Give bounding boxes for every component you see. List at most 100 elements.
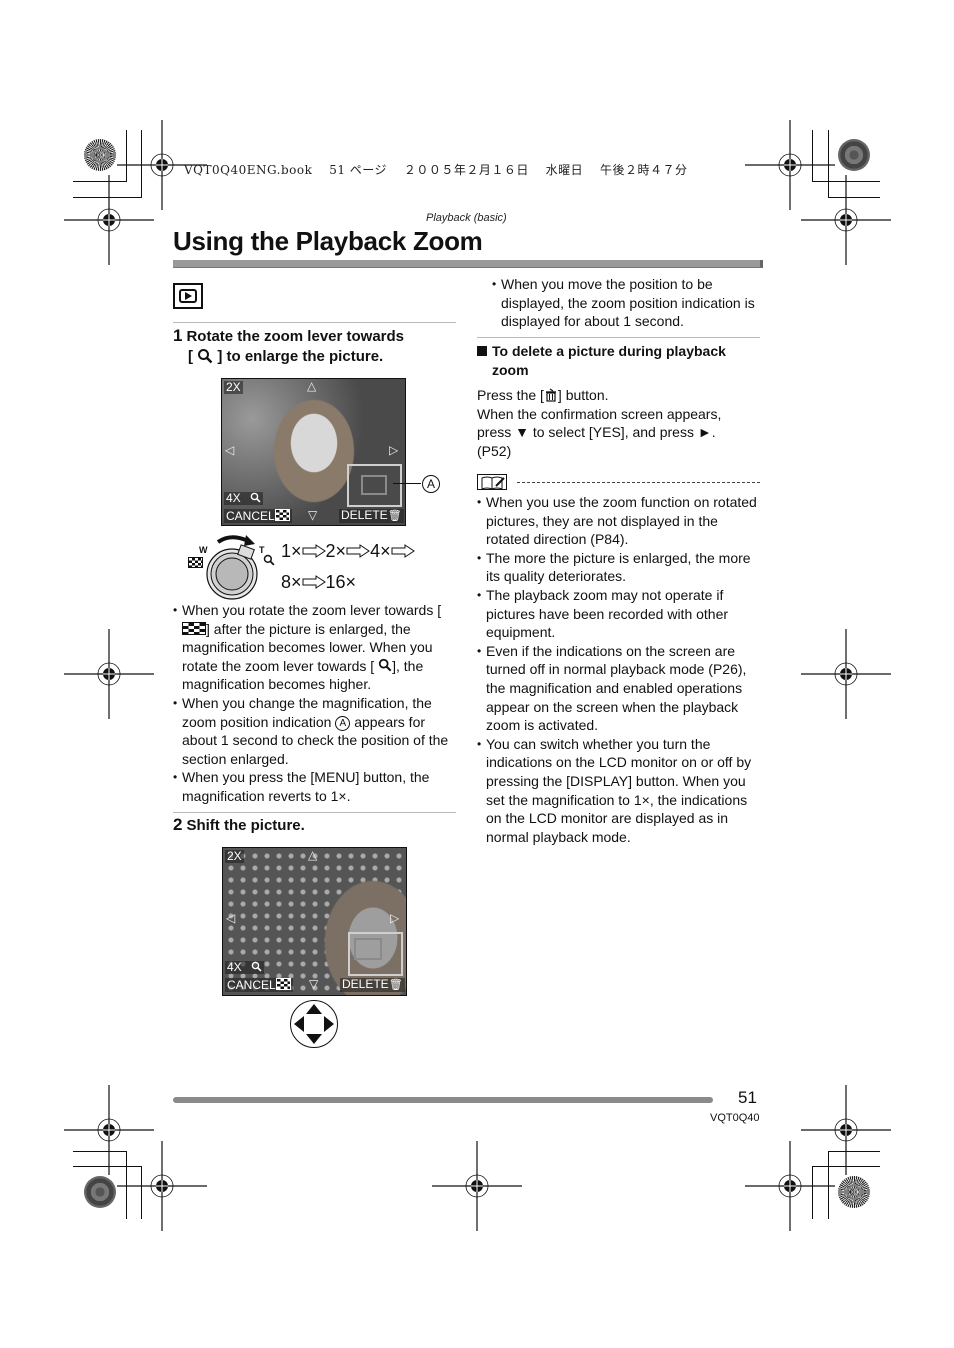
zoom-position-area [354,938,382,960]
cancel-label: CANCEL [226,509,275,523]
delete-label: DELETE [341,508,388,522]
step-1-title-line2: ] to enlarge the picture. [217,348,384,365]
crop-mark [141,130,142,198]
delete-section-heading: To delete a picture during playback zoom [477,342,762,380]
delete-label: DELETE [342,977,389,991]
note-item: Even if the indications on the screen ar… [477,642,762,735]
arrow-right-icon [302,544,326,558]
crop-mark [828,1151,880,1152]
multi-playback-icon [275,978,291,990]
page-title: Using the Playback Zoom [173,226,483,256]
next-magnification-indicator: 4X [224,491,264,505]
zoom-level: 1× [281,541,302,561]
divider [173,322,456,323]
zoom-level: 4× [370,541,391,561]
crop-mark [812,181,880,182]
trash-icon [545,388,556,402]
up-arrow-icon: △ [308,848,318,862]
crop-mark [126,1151,127,1219]
footer-bar [173,1097,713,1103]
wide-label: W [199,545,208,555]
cancel-hint: CANCEL [225,978,293,992]
down-arrow-icon: ▽ [309,977,319,991]
left-arrow-icon: ◁ [225,443,235,457]
crop-mark [812,1166,880,1167]
zoom-sequence-line2: 8× 16× [281,567,356,597]
starburst-calibration-icon [838,1176,870,1208]
step-1-bracket-open: [ [188,348,193,365]
registration-mark-icon [116,1140,208,1232]
registration-mark-icon [744,1140,836,1232]
magnify-icon [250,492,261,503]
step-number: 1 [173,326,183,345]
callout-a-marker: A [335,715,351,731]
delete-hint: DELETE🗑 [340,978,405,992]
lcd-screen-shifted: 2X △ ◁ ▷ 4X CANCEL ▽ DELETE🗑 [222,847,407,996]
callout-a-marker: A [422,475,440,493]
wide-multi-playback-icon [188,557,203,568]
instruction-text: When the confirmation screen appears, [477,405,722,422]
crop-mark [73,1151,126,1152]
title-underline-bar [173,260,763,268]
zoom-level: 16× [325,572,357,592]
crop-mark [828,1151,829,1219]
zoom-level: 2× [325,541,347,561]
callout-line [393,483,421,484]
starburst-calibration-icon [84,139,116,171]
cancel-label: CANCEL [227,978,276,992]
next-magnification-label: 4X [226,491,241,505]
zoom-position-indicator [348,932,403,976]
note-item: The more the picture is enlarged, the mo… [477,549,762,586]
zoom-position-area [361,475,387,495]
dashed-separator [517,482,760,483]
delete-instructions: Press the [ ] button. When the confirmati… [477,386,762,460]
next-magnification-indicator: 4X [225,961,265,974]
note-icon [477,474,507,490]
note-item: When you use the zoom function on rotate… [477,493,762,549]
right-arrow-icon: ▷ [390,911,400,925]
bracket: [ [437,602,442,618]
cursor-buttons-icon [290,1000,338,1048]
crop-mark [126,130,127,182]
step-1-title-line1: Rotate the zoom lever towards [186,328,405,345]
crop-mark [812,1166,813,1219]
crop-mark [73,197,142,198]
crop-mark [828,197,880,198]
instruction-text: ] button. [557,387,609,403]
trash-icon: 🗑 [387,510,402,522]
multi-playback-icon [182,621,206,635]
left-bullet-list: When you rotate the zoom lever towards [… [173,601,458,806]
square-bullet-icon [477,346,487,356]
print-header: VQT0Q40ENG.book 51 ページ ２００５年２月１６日 水曜日 午後… [184,163,688,177]
crop-mark [812,130,813,182]
registration-mark-icon [63,628,155,720]
zoom-position-indicator [347,464,402,507]
model-code: VQT0Q40 [710,1112,760,1124]
note-item: The playback zoom may not operate if pic… [477,586,762,642]
arrow-right-icon [391,544,415,558]
instruction-text: Press the [ [477,387,544,403]
registration-mark-icon [800,628,892,720]
trash-icon: 🗑 [388,979,403,991]
registration-mark-icon [431,1140,523,1232]
arrow-right-icon [302,575,326,589]
magnify-icon [251,961,262,972]
page-number: 51 [738,1088,757,1107]
heading-text: To delete a picture during playback [492,343,726,359]
page-reference: (P52) [477,442,512,459]
cancel-hint: CANCEL [224,509,292,523]
instruction-text: press ▼ to select [YES], and press ►. [477,424,716,441]
zoom-sequence-line1: 1× 2× 4× [281,536,415,566]
heading-text: zoom [492,362,529,378]
registration-mark-icon [800,174,892,266]
down-arrow-icon: ▽ [308,508,318,522]
playback-mode-icon [173,283,203,309]
crop-mark [828,130,829,198]
step-1-heading: 1 Rotate the zoom lever towards [ ] to en… [173,326,463,367]
divider [477,337,760,338]
step-number: 2 [173,815,183,834]
crop-mark [73,1166,142,1167]
lcd-screen-zoomed: 2X △ ◁ ▷ 4X CANCEL ▽ DELETE🗑 [221,378,406,526]
divider [173,812,456,813]
zoom-level: 8× [281,572,302,592]
